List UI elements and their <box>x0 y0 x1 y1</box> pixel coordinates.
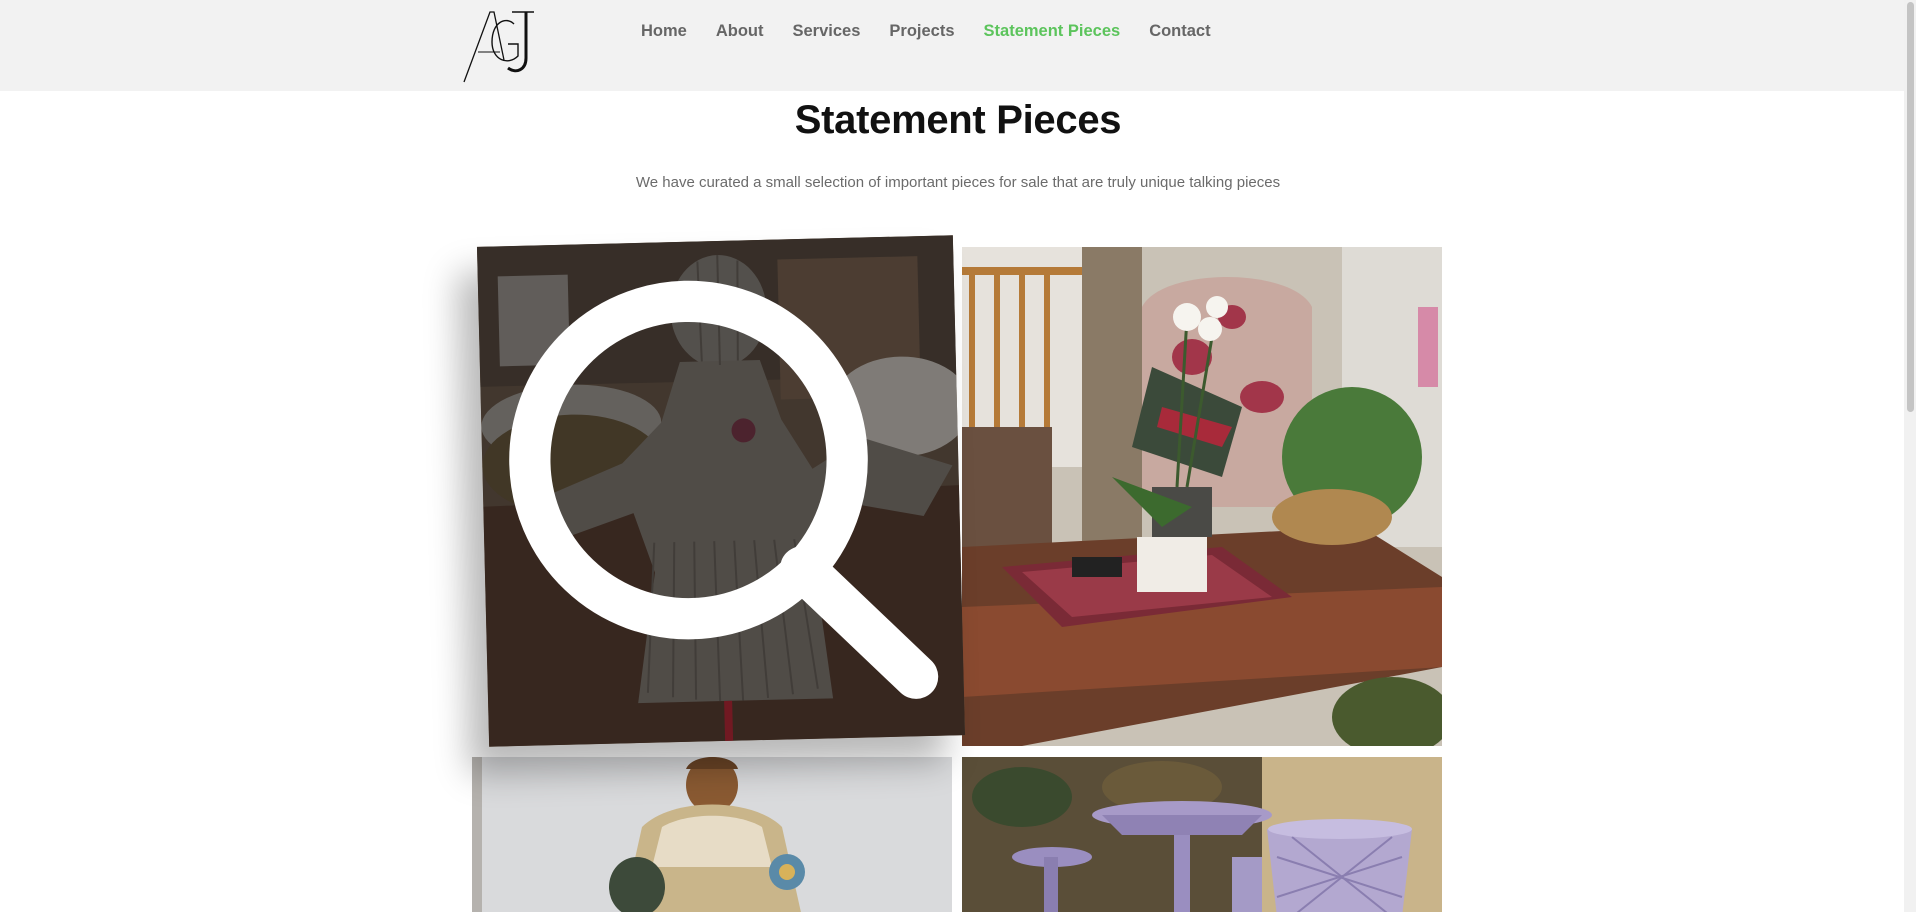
page-title: Statement Pieces <box>794 98 1122 142</box>
figurine-image <box>472 757 952 912</box>
living-room-image <box>962 247 1442 746</box>
nav-services[interactable]: Services <box>793 22 861 41</box>
gallery-item-living-room[interactable] <box>962 247 1442 746</box>
search-icon[interactable] <box>477 235 965 746</box>
page-scrollbar[interactable] <box>1904 0 1916 912</box>
main-nav: Home About Services Projects Statement P… <box>641 18 1240 44</box>
nav-contact[interactable]: Contact <box>1149 22 1210 41</box>
nav-about[interactable]: About <box>716 22 764 41</box>
nav-statement-pieces[interactable]: Statement Pieces <box>984 22 1121 41</box>
agj-logo[interactable] <box>460 4 546 84</box>
scrollbar-thumb[interactable] <box>1907 2 1914 412</box>
site-header: Home About Services Projects Statement P… <box>0 0 1916 91</box>
page: Home About Services Projects Statement P… <box>0 0 1916 912</box>
nav-projects[interactable]: Projects <box>889 22 954 41</box>
gallery-item-figurine[interactable] <box>472 757 952 912</box>
nav-home[interactable]: Home <box>641 22 687 41</box>
page-subtitle: We have curated a small selection of imp… <box>635 174 1281 191</box>
glassware-image <box>962 757 1442 912</box>
gallery-item-glassware[interactable] <box>962 757 1442 912</box>
gallery-item-yarn-doll[interactable] <box>476 235 966 747</box>
